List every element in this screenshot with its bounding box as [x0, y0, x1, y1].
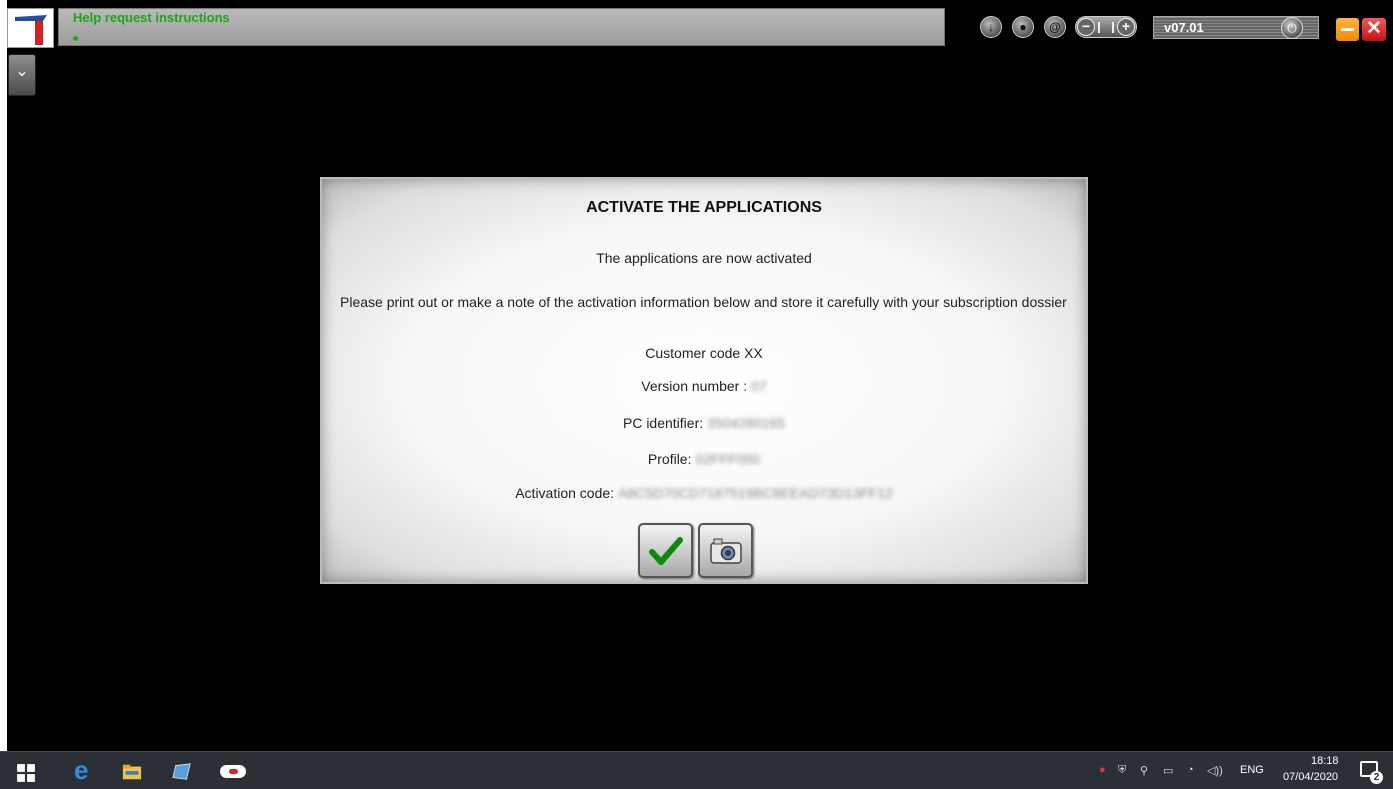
battery-icon[interactable]: ▭ — [1163, 764, 1173, 777]
app-red-mark — [229, 769, 238, 774]
pc-identifier-label: PC identifier: — [622, 415, 704, 431]
power-icon[interactable]: ⏻ — [1281, 17, 1303, 39]
zoom-control[interactable]: − + — [1075, 16, 1137, 38]
confirm-button[interactable] — [638, 523, 693, 578]
expand-menu-button[interactable]: ⌄ — [8, 54, 36, 96]
profile-label: Profile: — [647, 451, 692, 467]
profile-row: Profile: 02FFF000 — [322, 451, 1086, 467]
camera-icon — [710, 538, 742, 564]
customer-code: Customer code XX — [645, 345, 763, 361]
language-indicator[interactable]: ENG — [1240, 764, 1264, 776]
activation-code-label: Activation code: — [515, 485, 615, 501]
taskbar: e ● ⛨ ⚲ ▭ ◔ ◁)) ENG 18:18 07/04/2020 2 — [0, 751, 1393, 789]
notifications-icon[interactable]: 2 — [1360, 761, 1383, 784]
pc-identifier-value: 3504280165 — [707, 415, 786, 431]
checkmark-icon — [649, 537, 683, 565]
notification-count: 2 — [1370, 771, 1383, 784]
edge-browser-icon[interactable]: e — [74, 757, 94, 783]
zoom-out-icon[interactable]: − — [1077, 18, 1095, 36]
windows-start-icon[interactable] — [16, 763, 36, 783]
activation-dialog: ACTIVATE THE APPLICATIONS The applicatio… — [320, 177, 1088, 584]
pc-identifier-row: PC identifier: 3504280165 — [322, 415, 1086, 431]
screen: Help request instructions ↓ ● @ − + v07.… — [0, 0, 1393, 789]
tray-alert-icon[interactable]: ● — [1099, 764, 1106, 776]
instructions-text: Please print out or make a note of the a… — [340, 294, 1067, 310]
zoom-in-icon[interactable]: + — [1117, 18, 1135, 36]
activation-code-value: A8C5D70CD7187519BC8EEAD73D13FF12 — [618, 485, 893, 501]
close-button[interactable]: ✕ — [1362, 18, 1386, 41]
app-tile-icon[interactable] — [172, 762, 192, 782]
activation-code-row: Activation code: A8C5D70CD7187519BC8EEAD7… — [322, 485, 1086, 501]
download-icon[interactable]: ↓ — [980, 16, 1002, 38]
help-request-bar[interactable]: Help request instructions — [58, 8, 945, 46]
zoom-level-icon — [1098, 22, 1114, 33]
wifi-icon[interactable]: ◔ — [1187, 764, 1194, 776]
app-logo[interactable] — [7, 8, 54, 48]
user-tray-icon[interactable]: ⚲ — [1140, 764, 1148, 777]
security-shield-icon[interactable]: ⛨ — [1118, 764, 1126, 777]
clock-time[interactable]: 18:18 — [1311, 755, 1339, 767]
clock-date[interactable]: 07/04/2020 — [1283, 771, 1338, 783]
file-explorer-icon[interactable] — [122, 762, 142, 782]
help-request-link[interactable]: Help request instructions — [73, 11, 230, 25]
screenshot-button[interactable] — [698, 523, 753, 578]
version-number-row: Version number :07 — [322, 378, 1086, 394]
user-icon[interactable]: ● — [1012, 16, 1034, 38]
chevron-down-icon: ⌄ — [15, 63, 29, 80]
version-number-label: Version number : — [641, 378, 748, 394]
at-icon[interactable]: @ — [1044, 16, 1066, 38]
minimize-button[interactable] — [1336, 18, 1359, 41]
volume-icon[interactable]: ◁)) — [1207, 764, 1223, 777]
status-dot — [73, 36, 78, 41]
version-label: v07.01 — [1164, 20, 1204, 35]
dialog-title: ACTIVATE THE APPLICATIONS — [586, 199, 822, 216]
window-edge — [0, 0, 7, 751]
profile-value: 02FFF000 — [695, 451, 761, 467]
diagnostic-app-icon[interactable] — [220, 765, 246, 778]
activation-status: The applications are now activated — [596, 250, 812, 266]
version-number-value: 07 — [751, 378, 767, 394]
